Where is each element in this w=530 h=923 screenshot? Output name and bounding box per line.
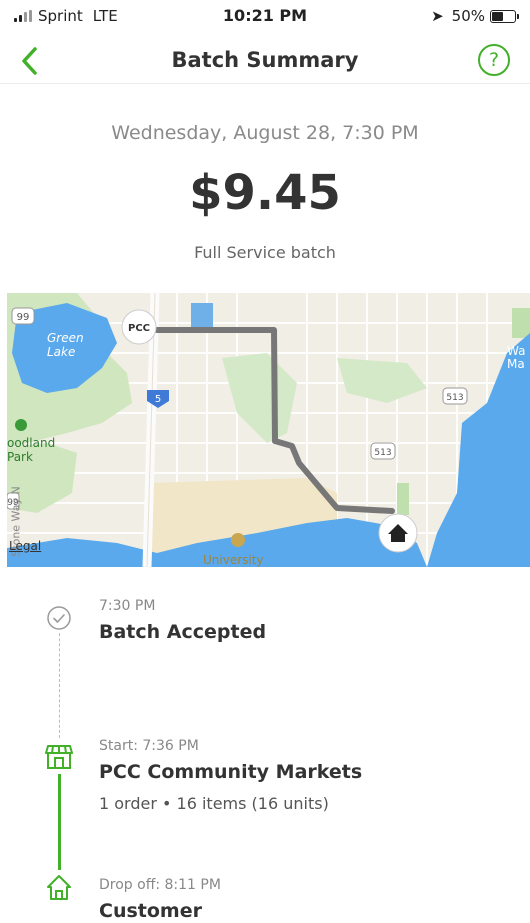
route-shield-label: 513 [374,448,391,458]
timeline-step-title: Customer [99,900,202,922]
timeline-connector [59,628,60,738]
help-button[interactable]: ? [478,44,510,76]
nav-bar: Batch Summary ? [0,38,530,84]
park-area [512,308,530,338]
route-shield: 513 [442,387,468,405]
batch-date: Wednesday, August 28, 7:30 PM [111,122,419,144]
park-area [222,353,297,443]
map-canvas: 99 5 513 513 99 PCC [7,293,530,567]
wa-label: Wa Ma [507,344,526,371]
battery-percent: 50% [451,7,485,25]
batch-earnings: $9.45 [189,165,341,221]
route-shield-label: 513 [446,393,463,403]
home-icon[interactable] [378,513,418,553]
route-shield-label: 99 [17,312,30,323]
timeline-step-detail: 1 order • 16 items (16 units) [99,794,329,813]
check-circle-icon [44,603,74,633]
university-marker-icon [231,533,245,547]
storefront-icon [44,742,74,772]
park-area [191,303,213,327]
route-shield: 513 [370,442,396,460]
route-shield-label: 5 [155,394,161,405]
status-right: ➤ 50% [431,7,519,25]
park-marker-icon [15,419,27,431]
page-title: Batch Summary [171,48,359,72]
university-label: University [203,553,264,567]
store-marker-label: PCC [128,323,150,334]
question-circle-icon: ? [488,49,500,71]
battery-icon [490,9,519,23]
park-area [397,483,409,515]
woodland-park-label: oodland Park [7,436,56,464]
timeline-step-title: Batch Accepted [99,621,267,643]
timeline-step-time: Start: 7:36 PM [99,738,199,754]
legal-link[interactable]: Legal [9,539,41,553]
timeline-step-time: 7:30 PM [99,598,156,614]
house-icon [44,872,74,902]
batch-type: Full Service batch [194,243,336,262]
battery-level [492,11,503,21]
park-area [337,358,427,403]
location-arrow-icon: ➤ [431,7,444,25]
batch-timeline: 7:30 PM Batch Accepted Start: 7:36 PM PC… [0,590,530,923]
green-lake-label: Green Lake [47,331,84,359]
status-bar: Sprint LTE 10:21 PM ➤ 50% [0,0,530,30]
store-marker[interactable]: PCC [121,309,157,345]
route-map[interactable]: 99 5 513 513 99 PCC Green Lake oodland P… [7,293,530,567]
timeline-step-title: PCC Community Markets [99,761,363,783]
timeline-step-time: Drop off: 8:11 PM [99,877,221,893]
timeline-connector-active [58,774,61,870]
route-shield: 99 [11,307,35,325]
